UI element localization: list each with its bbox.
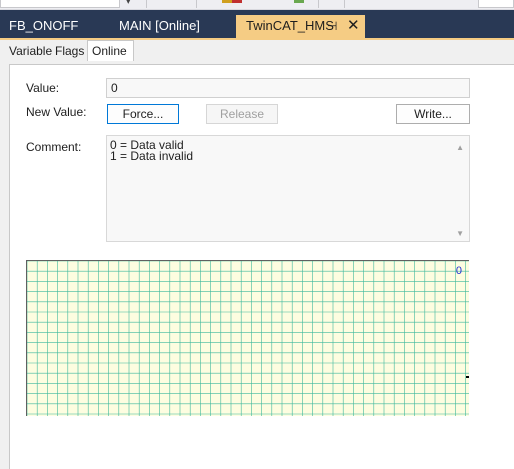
trend-graph: 0 bbox=[26, 260, 469, 416]
scroll-down-icon[interactable]: ▼ bbox=[456, 229, 464, 238]
toolbar-icon[interactable] bbox=[232, 0, 242, 3]
comment-box[interactable]: 0 = Data valid 1 = Data invalid ▲ ▼ bbox=[106, 135, 470, 242]
toolbar-icon[interactable] bbox=[222, 0, 232, 3]
trend-current-value: 0 bbox=[455, 265, 462, 277]
online-page: Value: 0 New Value: Force... Release Wri… bbox=[9, 64, 514, 469]
tab-variable[interactable]: Variable bbox=[9, 43, 52, 60]
variable-editor-panel: Variable Flags Online Value: 0 New Value… bbox=[0, 40, 514, 469]
chevron-down-icon[interactable]: ▾ bbox=[126, 0, 131, 7]
toolbar-icon[interactable] bbox=[168, 0, 178, 7]
toolbar-separator bbox=[146, 0, 147, 8]
trend-grid bbox=[27, 261, 469, 416]
tab-flags[interactable]: Flags bbox=[55, 43, 84, 60]
toolbar-strip: ▾ bbox=[0, 0, 514, 10]
toolbar-separator bbox=[196, 0, 197, 8]
force-button[interactable]: Force... bbox=[107, 104, 179, 124]
toolbar-icon[interactable] bbox=[294, 0, 304, 3]
tab-online[interactable]: Online bbox=[87, 40, 134, 61]
release-button[interactable]: Release bbox=[206, 104, 278, 124]
write-button[interactable]: Write... bbox=[396, 104, 470, 124]
tab-label: TwinCAT_HMS bbox=[246, 18, 334, 33]
comment-line: 1 = Data invalid bbox=[110, 149, 194, 163]
pin-icon[interactable]: ⊣ bbox=[327, 15, 337, 37]
tab-label: FB_ONOFF bbox=[9, 18, 79, 33]
value-field: 0 bbox=[106, 78, 470, 98]
document-tab-bar: FB_ONOFF MAIN [Online] TwinCAT_HMS ⊣ ✕ bbox=[0, 10, 514, 38]
toolbar-separator bbox=[344, 0, 345, 8]
tab-main-online[interactable]: MAIN [Online] bbox=[119, 15, 200, 38]
toolbar-separator bbox=[318, 0, 319, 8]
close-icon[interactable]: ✕ bbox=[347, 15, 360, 37]
tab-twincat-hms[interactable]: TwinCAT_HMS ⊣ ✕ bbox=[236, 15, 365, 38]
comment-label: Comment: bbox=[26, 140, 82, 154]
trend-background bbox=[27, 261, 469, 416]
toolbar-search-box[interactable] bbox=[478, 0, 514, 8]
new-value-label: New Value: bbox=[26, 105, 87, 119]
tab-label: MAIN [Online] bbox=[119, 18, 200, 33]
value-label: Value: bbox=[26, 81, 60, 95]
trend-marker bbox=[466, 376, 469, 378]
solution-config-combo[interactable] bbox=[0, 0, 120, 8]
tab-fb-onoff[interactable]: FB_ONOFF bbox=[9, 15, 78, 38]
scroll-up-icon[interactable]: ▲ bbox=[456, 143, 464, 152]
